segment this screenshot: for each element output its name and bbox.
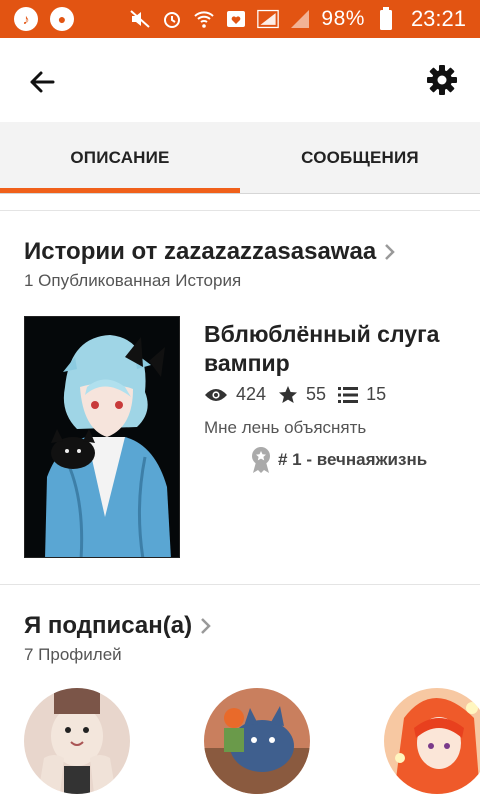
story-rank[interactable]: # 1 - вечнаяжизнь	[250, 446, 427, 474]
list-icon	[338, 386, 359, 403]
music-notification-icon: ♪	[14, 7, 38, 31]
divider	[0, 584, 480, 585]
votes-count: 55	[306, 384, 327, 404]
parts-count: 15	[366, 384, 387, 404]
arrow-left-icon	[30, 71, 55, 93]
avatar[interactable]	[384, 688, 480, 794]
divider	[0, 210, 480, 211]
back-button[interactable]	[22, 62, 62, 102]
alarm-icon	[161, 8, 183, 30]
active-tab-indicator	[0, 188, 240, 193]
following-header[interactable]: Я подписан(а)	[24, 612, 212, 640]
status-bar: ♪ ● 98% 23:21	[0, 0, 480, 38]
app-bar	[0, 38, 480, 122]
gear-icon	[427, 65, 457, 95]
chevron-right-icon	[384, 243, 396, 261]
avatar[interactable]	[24, 688, 130, 794]
chat-notification-icon: ●	[50, 7, 74, 31]
signal-icon	[257, 8, 280, 30]
views-stat: 424	[204, 384, 266, 405]
tab-bar: ОПИСАНИЕ СООБЩЕНИЯ	[0, 122, 480, 194]
avatar[interactable]	[204, 688, 310, 794]
stories-title: Истории от zazazazzasasawaa	[24, 238, 377, 265]
parts-stat: 15	[338, 384, 386, 405]
votes-stat: 55	[278, 384, 326, 405]
mute-icon	[129, 8, 151, 30]
tab-description[interactable]: ОПИСАНИЕ	[0, 122, 240, 194]
signal-2-icon	[289, 8, 311, 30]
chevron-right-icon	[200, 617, 212, 635]
following-title: Я подписан(а)	[24, 612, 193, 639]
star-icon	[279, 385, 298, 403]
tab-messages[interactable]: СООБЩЕНИЯ	[240, 122, 480, 194]
battery-percent: 98%	[321, 7, 365, 30]
heart-box-icon	[225, 8, 247, 30]
eye-icon	[205, 388, 227, 401]
battery-icon	[375, 7, 397, 30]
wifi-icon	[193, 8, 215, 30]
story-description: Мне лень объяснять	[204, 418, 367, 437]
stories-count: 1 Опубликованная История	[24, 271, 242, 290]
clock: 23:21	[410, 6, 466, 31]
rank-label: # 1 - вечнаяжизнь	[278, 450, 428, 469]
following-count: 7 Профилей	[24, 645, 122, 664]
award-ribbon-icon	[252, 447, 270, 473]
views-count: 424	[236, 384, 267, 404]
stories-header[interactable]: Истории от zazazazzasasawaa	[24, 238, 396, 266]
story-cover-image[interactable]	[24, 316, 180, 558]
story-title[interactable]: Вблюблённый слуга вампир	[204, 320, 464, 378]
story-stats: 424 55 15	[204, 384, 398, 405]
settings-button[interactable]	[422, 60, 462, 100]
